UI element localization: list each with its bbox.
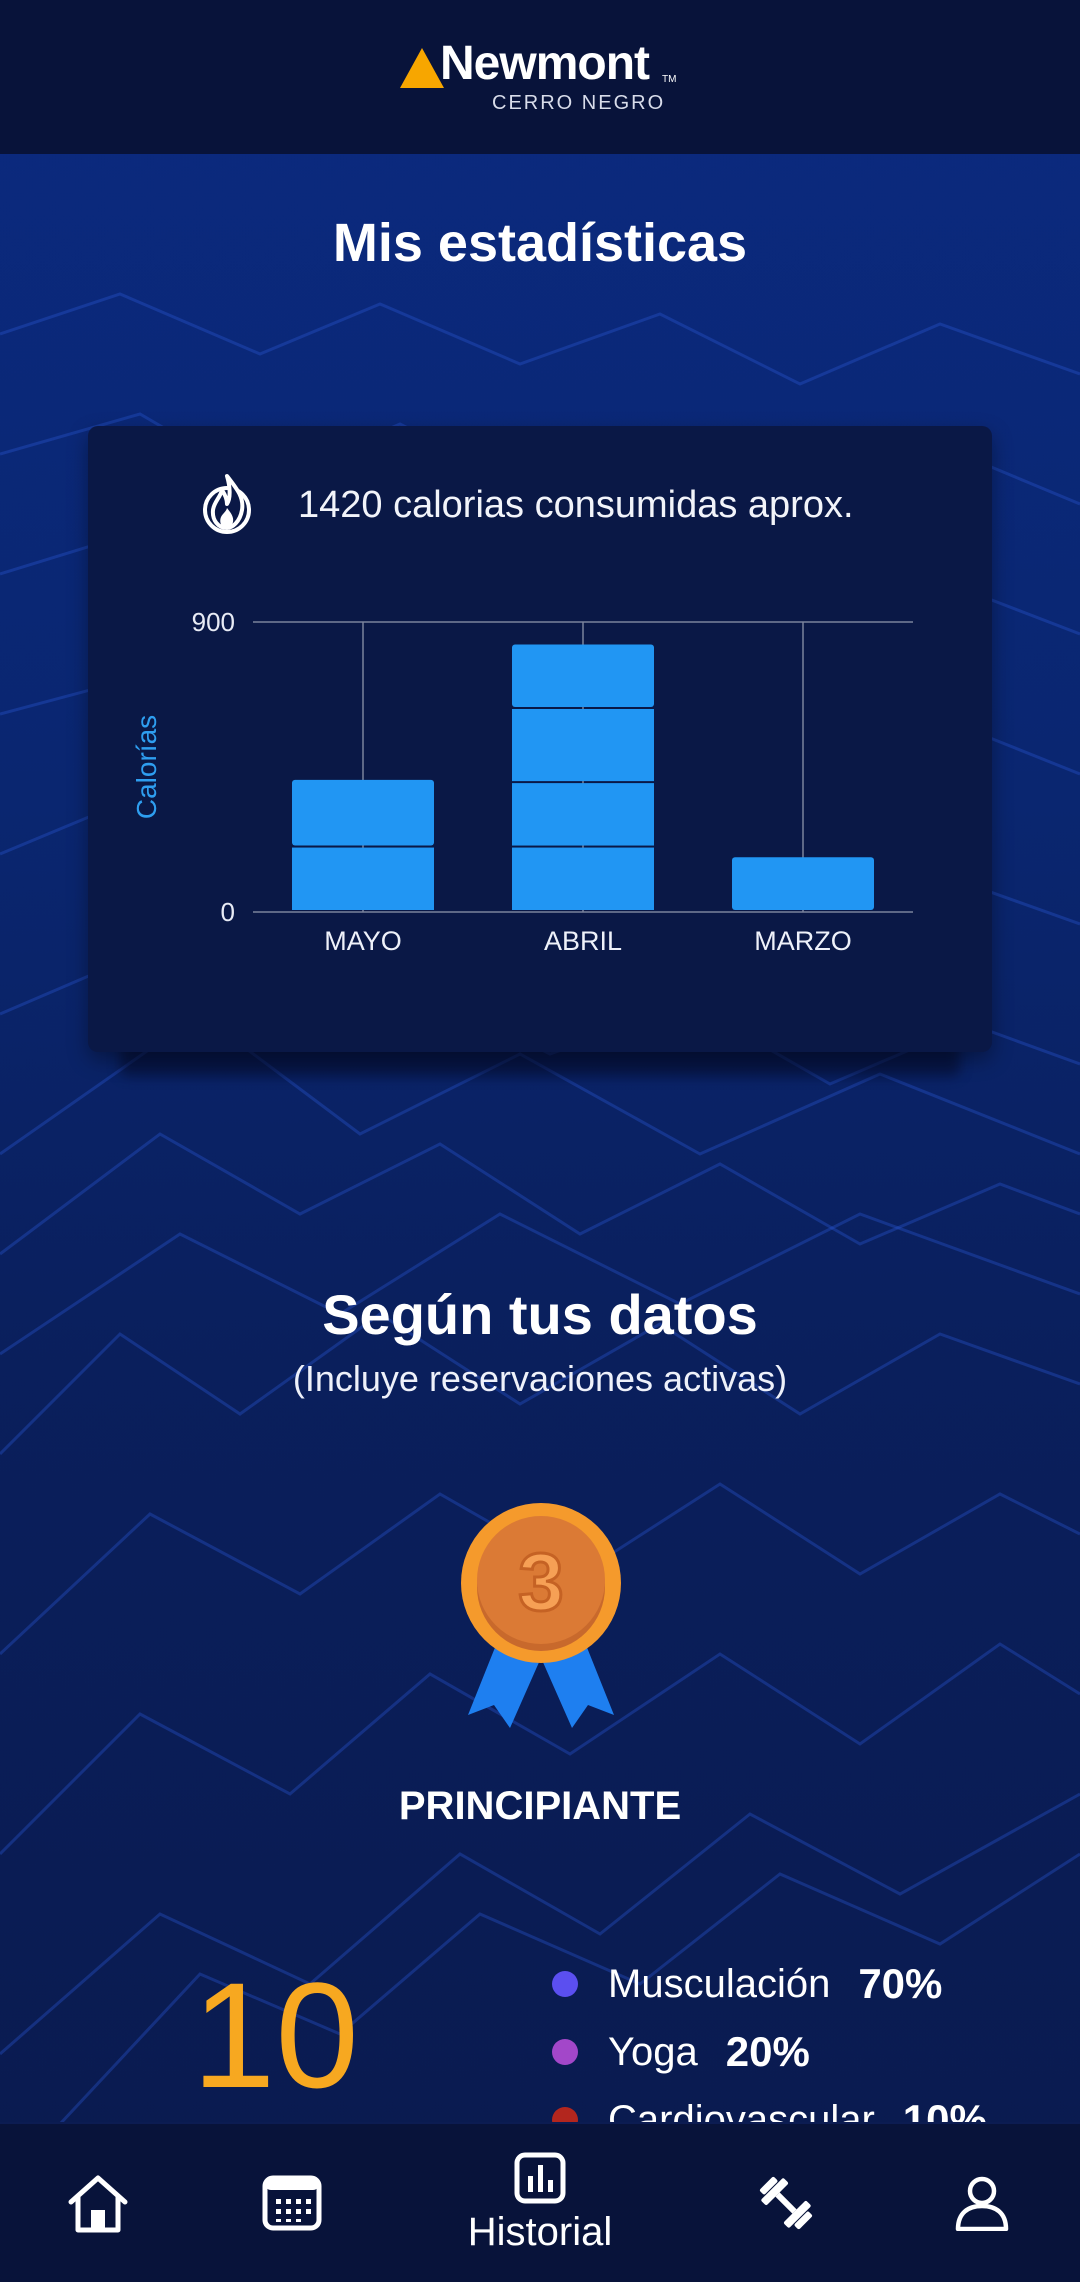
logo-subtitle: CERRO NEGRO	[492, 92, 666, 114]
nav-profile[interactable]	[912, 2124, 1052, 2282]
logo-trademark: TM	[662, 74, 677, 85]
level-label: PRINCIPIANTE	[398, 1784, 682, 1828]
logo-name: Newmont	[440, 37, 650, 90]
nav-historial[interactable]: Historial	[467, 2124, 613, 2282]
x-tick-label: MAYO	[324, 926, 402, 956]
x-tick-label: MARZO	[754, 926, 852, 956]
y-tick-label: 900	[192, 607, 235, 637]
bottom-navigation: Historial	[0, 2122, 1080, 2282]
calories-bar-chart: 900 0 Calorías MAYO ABRIL MARZO	[131, 607, 913, 956]
calendar-icon	[262, 2175, 322, 2231]
legend-percent: 70%	[858, 1960, 943, 2007]
chart-icon	[514, 2152, 566, 2203]
nav-training[interactable]	[716, 2124, 856, 2282]
bar-abril	[512, 783, 654, 846]
app-header: Newmont TM CERRO NEGRO	[0, 0, 1080, 154]
medal-number: 3	[518, 1537, 564, 1628]
legend-item: Yoga 20%	[552, 2018, 987, 2086]
bar-mayo	[292, 847, 434, 910]
y-axis-label: Calorías	[131, 715, 162, 819]
newmont-logo: Newmont TM CERRO NEGRO	[400, 36, 690, 120]
bar-abril	[512, 644, 654, 707]
bar-mayo	[292, 779, 434, 846]
page-title: Mis estadísticas	[332, 213, 748, 273]
legend-name: Yoga	[608, 2029, 698, 2074]
flame-icon	[203, 474, 251, 534]
legend-item: Musculación 70%	[552, 1950, 987, 2018]
bar-marzo	[732, 857, 874, 910]
medal-icon: 3	[461, 1503, 621, 1728]
x-tick-label: ABRIL	[544, 926, 622, 956]
legend-percent: 20%	[725, 2028, 810, 2075]
user-icon	[955, 2176, 1009, 2231]
stats-section-title: Según tus datos	[322, 1283, 758, 1346]
calories-summary: 1420 calorias consumidas aprox.	[298, 484, 854, 526]
home-icon	[68, 2175, 128, 2233]
legend-dot	[552, 1971, 578, 1997]
bar-abril	[512, 709, 654, 782]
nav-home[interactable]	[28, 2124, 168, 2282]
legend-dot	[552, 2039, 578, 2065]
stats-section-subtitle: (Incluye reservaciones activas)	[292, 1358, 788, 1399]
nav-calendar[interactable]	[222, 2124, 362, 2282]
dumbbell-icon	[759, 2176, 813, 2230]
bar-abril	[512, 847, 654, 910]
logo-triangle-icon	[400, 48, 444, 88]
total-sessions: 10	[192, 1951, 359, 2119]
legend-name: Musculación	[608, 1961, 831, 2006]
y-tick-label: 0	[221, 897, 235, 927]
calories-card: 1420 calorias consumidas aprox. 900 0 Calo…	[88, 426, 992, 1052]
nav-label: Historial	[467, 2209, 613, 2254]
